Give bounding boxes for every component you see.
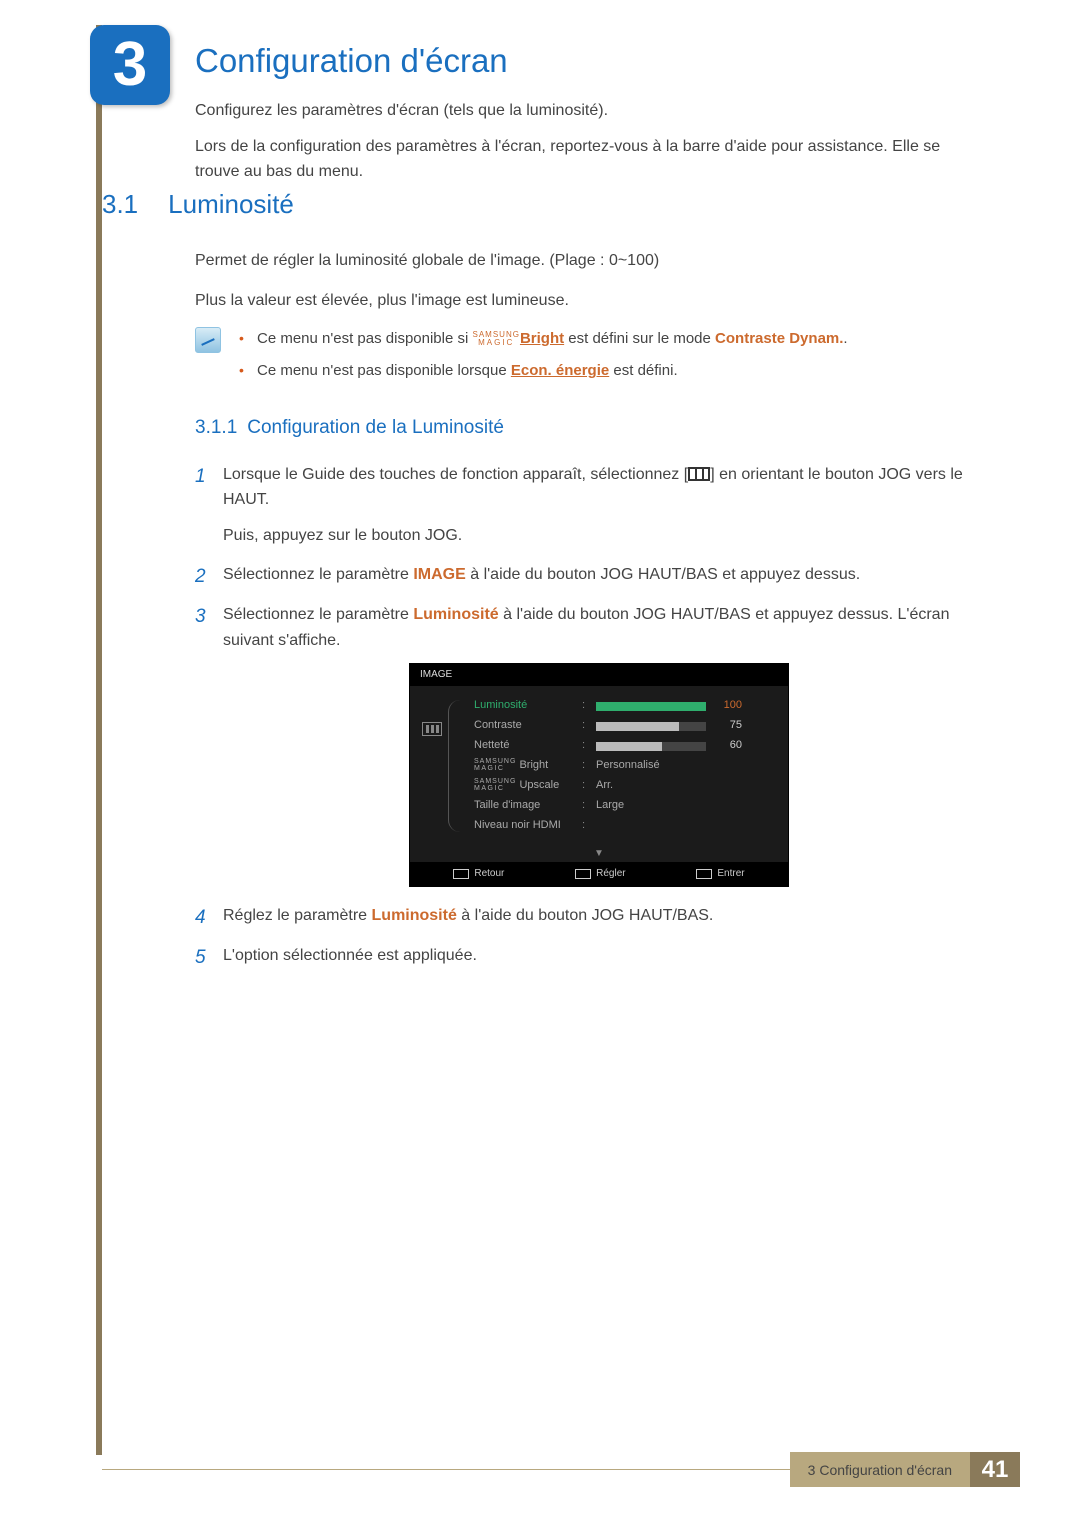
body-paragraph: Plus la valeur est élevée, plus l'image … <box>195 288 975 314</box>
osd-title: IMAGE <box>410 664 788 686</box>
section-heading: 3.1 Luminosité <box>102 189 294 220</box>
chapter-intro: Configurez les paramètres d'écran (tels … <box>195 98 975 195</box>
chapter-number-badge: 3 <box>90 25 170 105</box>
footer-rule <box>102 1469 790 1487</box>
contraste-dynam-keyword: Contraste Dynam. <box>715 330 843 347</box>
note-block: Ce menu n'est pas disponible si SAMSUNGM… <box>195 327 975 391</box>
osd-row: SAMSUNGMAGIC Bright:Personnalisé <box>474 756 776 776</box>
osd-row: Luminosité:100 <box>474 696 776 716</box>
step-item: L'option sélectionnée est appliquée. <box>195 943 975 969</box>
intro-paragraph: Configurez les paramètres d'écran (tels … <box>195 98 975 124</box>
luminosite-keyword: Luminosité <box>413 606 498 623</box>
note-icon <box>195 327 221 353</box>
note-item: Ce menu n'est pas disponible si SAMSUNGM… <box>239 327 848 351</box>
osd-adjust-button: Régler <box>575 866 625 882</box>
section-body: Permet de régler la luminosité globale d… <box>195 248 975 982</box>
osd-row: Niveau noir HDMI: <box>474 816 776 836</box>
chapter-title: Configuration d'écran <box>195 42 508 80</box>
footer-page-number: 41 <box>970 1452 1020 1487</box>
subsection-title: Configuration de la Luminosité <box>247 413 504 443</box>
bright-link[interactable]: Bright <box>520 330 564 347</box>
page-footer: 3 Configuration d'écran 41 <box>102 1452 1020 1487</box>
osd-row: SAMSUNGMAGIC Upscale:Arr. <box>474 776 776 796</box>
osd-bracket <box>448 700 466 832</box>
body-paragraph: Permet de régler la luminosité globale d… <box>195 248 975 274</box>
step-item: Sélectionnez le paramètre IMAGE à l'aide… <box>195 562 975 588</box>
image-keyword: IMAGE <box>413 566 465 583</box>
osd-footer: Retour Régler Entrer <box>410 862 788 886</box>
osd-row: Netteté:60 <box>474 736 776 756</box>
subsection-number: 3.1.1 <box>195 413 237 443</box>
menu-icon <box>688 467 710 481</box>
samsung-magic-label: SAMSUNGMAGIC <box>473 331 520 347</box>
step-item: Lorsque le Guide des touches de fonction… <box>195 462 975 549</box>
luminosite-keyword: Luminosité <box>372 907 457 924</box>
section-title: Luminosité <box>168 189 294 220</box>
econ-energie-link[interactable]: Econ. énergie <box>511 362 609 379</box>
osd-row: Contraste:75 <box>474 716 776 736</box>
note-item: Ce menu n'est pas disponible lorsque Eco… <box>239 359 848 383</box>
osd-back-button: Retour <box>453 866 504 882</box>
step-item: Réglez le paramètre Luminosité à l'aide … <box>195 903 975 929</box>
osd-rows: Luminosité:100Contraste:75Netteté:60SAMS… <box>474 696 776 836</box>
osd-enter-button: Entrer <box>696 866 744 882</box>
footer-chapter-label: 3 Configuration d'écran <box>790 1452 970 1487</box>
osd-menu-icon <box>422 722 442 736</box>
subsection-heading: 3.1.1 Configuration de la Luminosité <box>195 413 975 443</box>
osd-row: Taille d'image:Large <box>474 796 776 816</box>
osd-screenshot: IMAGE Luminosité:100Contraste:75Netteté:… <box>409 663 789 887</box>
step-item: Sélectionnez le paramètre Luminosité à l… <box>195 602 975 887</box>
note-list: Ce menu n'est pas disponible si SAMSUNGM… <box>239 327 848 391</box>
steps-list: Lorsque le Guide des touches de fonction… <box>195 462 975 969</box>
left-accent-bar <box>96 25 102 1455</box>
osd-down-arrow-icon: ▼ <box>410 844 788 862</box>
section-number: 3.1 <box>102 189 138 220</box>
intro-paragraph: Lors de la configuration des paramètres … <box>195 134 975 185</box>
